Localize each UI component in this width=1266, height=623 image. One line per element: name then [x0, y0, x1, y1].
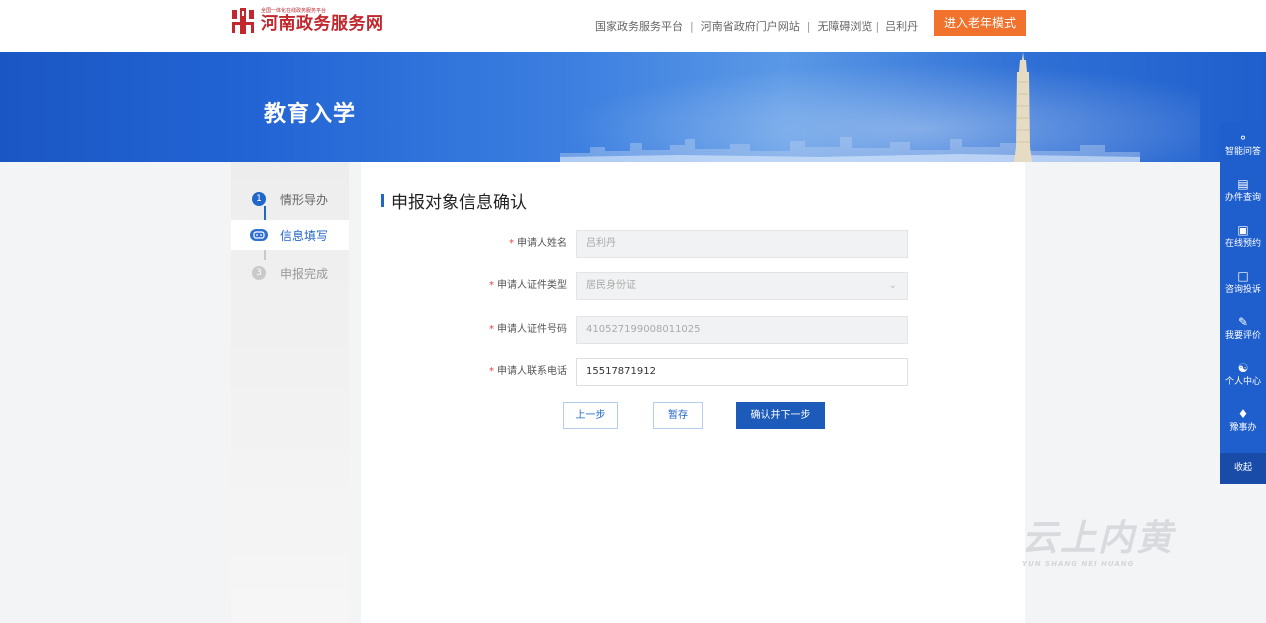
toolbar-collapse-button[interactable]: 收起 [1220, 453, 1266, 484]
nav-link-henan-portal[interactable]: 河南省政府门户网站 [701, 18, 800, 34]
id-type-row: * 申请人证件类型 居民身份证 ⌄ [361, 272, 1025, 300]
toolbar-label: 办件查询 [1224, 193, 1261, 203]
id-type-select[interactable]: 居民身份证 ⌄ [576, 272, 908, 300]
step-sidebar: 1 情形导办 信息填写 3 申报完成 [231, 162, 349, 623]
required-mark: * [489, 324, 494, 335]
main-content: 申报对象信息确认 * 申请人姓名 吕利丹 * 申请人证件类型 居民身份证 ⌄ * 申请… [361, 162, 1025, 623]
toolbar-personal-center[interactable]: ☯ 个人中心 [1220, 360, 1266, 398]
applicant-name-label: * 申请人姓名 [509, 238, 567, 249]
search-doc-icon: ▤ [1237, 177, 1249, 191]
yushiban-icon: ♦ [1237, 407, 1249, 421]
user-icon: ☯ [1237, 361, 1249, 375]
top-nav: 国家政务服务平台 | 河南省政府门户网站 | 无障碍浏览 | 吕利丹 [595, 18, 918, 34]
top-header: 全国一体化在线政务服务平台 河南政务服务网 国家政务服务平台 | 河南省政府门户… [0, 0, 1266, 52]
phone-label: * 申请人联系电话 [489, 366, 567, 377]
step-label: 情形导办 [280, 192, 329, 207]
chevron-down-icon: ⌄ [888, 280, 897, 291]
required-mark: * [509, 238, 514, 249]
id-type-label: * 申请人证件类型 [489, 280, 567, 291]
form-section-title: 申报对象信息确认 [381, 188, 527, 213]
step-number-badge: 3 [252, 266, 266, 280]
watermark-logo: 云上内黄 YUN SHANG NEI HUANG [1022, 518, 1192, 576]
floating-toolbar: ⚬ 智能问答 ▤ 办件查询 ▣ 在线预约 □ 咨询投诉 ✎ 我要评价 ☯ 个人中… [1220, 122, 1266, 484]
title-accent-bar [381, 194, 384, 207]
site-logo[interactable]: 全国一体化在线政务服务平台 河南政务服务网 [231, 8, 384, 34]
toolbar-label: 个人中心 [1224, 377, 1261, 387]
calendar-icon: ▣ [1237, 223, 1249, 237]
toolbar-label: 豫事办 [1229, 423, 1257, 433]
toolbar-label: 咨询投诉 [1224, 285, 1261, 295]
toolbar-smart-qa[interactable]: ⚬ 智能问答 [1220, 130, 1266, 168]
logo-emblem-icon [231, 8, 255, 34]
toolbar-label: 我要评价 [1224, 331, 1261, 341]
toolbar-consult-complaint[interactable]: □ 咨询投诉 [1220, 268, 1266, 306]
step-label: 信息填写 [280, 228, 329, 243]
edit-icon: ✎ [1237, 315, 1249, 329]
id-number-field[interactable]: 410527199008011025 [576, 316, 908, 344]
phone-input[interactable]: 15517871912 [576, 358, 908, 386]
nav-separator: | [806, 19, 811, 33]
prev-step-button[interactable]: 上一步 [563, 402, 618, 429]
banner-title: 教育入学 [264, 102, 357, 127]
step-scenario-guide[interactable]: 1 情形导办 [231, 184, 349, 214]
page-banner: 教育入学 [0, 52, 1266, 162]
toolbar-online-booking[interactable]: ▣ 在线预约 [1220, 222, 1266, 260]
toolbar-case-query[interactable]: ▤ 办件查询 [1220, 176, 1266, 214]
watermark-main-text: 云上内黄 [1022, 518, 1175, 559]
nav-separator: | [875, 19, 880, 33]
phone-row: * 申请人联系电话 15517871912 [361, 358, 1025, 386]
id-number-row: * 申请人证件号码 410527199008011025 [361, 316, 1025, 344]
logo-title: 河南政务服务网 [261, 14, 384, 34]
toolbar-label: 在线预约 [1224, 239, 1261, 249]
step-complete[interactable]: 3 申报完成 [231, 258, 349, 288]
required-mark: * [489, 366, 494, 377]
nav-link-national-platform[interactable]: 国家政务服务平台 [595, 18, 683, 34]
nav-separator: | [690, 19, 694, 33]
applicant-name-row: * 申请人姓名 吕利丹 [361, 230, 1025, 258]
smart-qa-icon: ⚬ [1237, 131, 1249, 145]
city-skyline-image [560, 137, 1140, 162]
step-label: 申报完成 [280, 266, 329, 281]
required-mark: * [489, 280, 494, 291]
elder-mode-button[interactable]: 进入老年模式 [934, 10, 1026, 36]
toolbar-evaluate[interactable]: ✎ 我要评价 [1220, 314, 1266, 352]
step-current-icon [250, 229, 268, 241]
confirm-next-button[interactable]: 确认并下一步 [736, 402, 825, 429]
form-title-text: 申报对象信息确认 [391, 193, 527, 213]
step-number-badge: 1 [252, 192, 266, 206]
id-number-label: * 申请人证件号码 [489, 324, 567, 335]
toolbar-label: 智能问答 [1224, 147, 1261, 157]
save-draft-button[interactable]: 暂存 [653, 402, 703, 429]
watermark-sub-text: YUN SHANG NEI HUANG [1022, 560, 1135, 568]
chat-icon: □ [1237, 269, 1249, 283]
tower-landmark-image [1014, 52, 1032, 162]
nav-user-name[interactable]: 吕利丹 [885, 18, 918, 34]
nav-link-accessibility[interactable]: 无障碍浏览 [817, 18, 872, 34]
id-type-value: 居民身份证 [586, 280, 636, 291]
step-info-fill[interactable]: 信息填写 [231, 220, 349, 250]
applicant-name-field[interactable]: 吕利丹 [576, 230, 908, 258]
toolbar-yushiban[interactable]: ♦ 豫事办 [1220, 406, 1266, 444]
